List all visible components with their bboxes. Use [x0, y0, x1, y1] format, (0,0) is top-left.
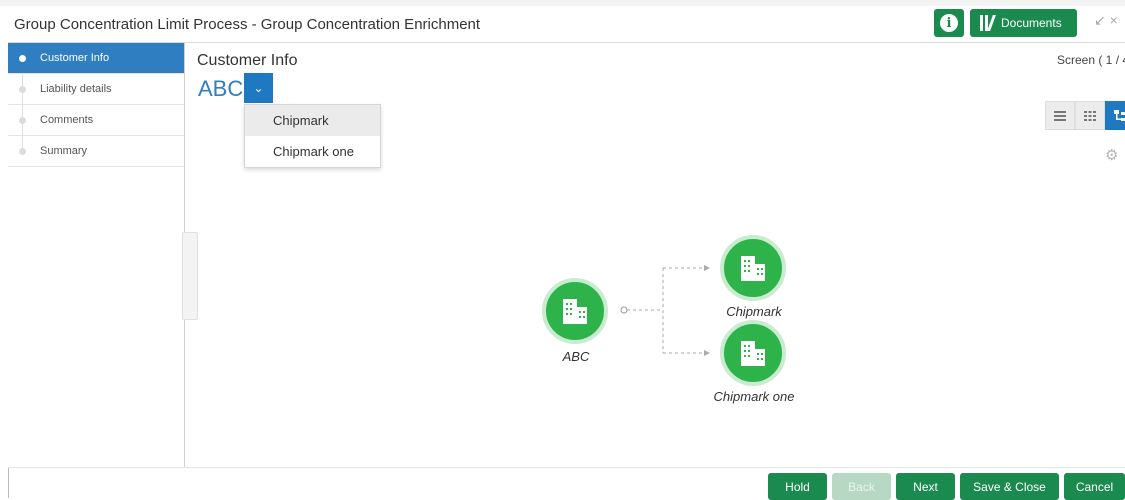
save-close-button[interactable]: Save & Close	[960, 473, 1059, 500]
building-icon	[563, 299, 587, 324]
cancel-button[interactable]: Cancel	[1064, 473, 1125, 500]
tree-node-label: Chipmark	[726, 304, 782, 319]
building-icon	[741, 256, 765, 281]
tree-connectors	[620, 265, 710, 356]
hold-button[interactable]: Hold	[768, 473, 827, 500]
tree-node-label: Chipmark one	[713, 389, 795, 404]
tree-node-label: ABC	[562, 349, 590, 364]
back-button[interactable]: Back	[832, 473, 891, 500]
tree-node-chipmark[interactable]	[720, 235, 786, 301]
next-button[interactable]: Next	[896, 473, 955, 500]
building-icon	[741, 341, 765, 366]
tree-node-root[interactable]	[542, 278, 608, 344]
footer-divider	[8, 467, 1125, 468]
tree-node-chipmark-one[interactable]	[720, 320, 786, 386]
